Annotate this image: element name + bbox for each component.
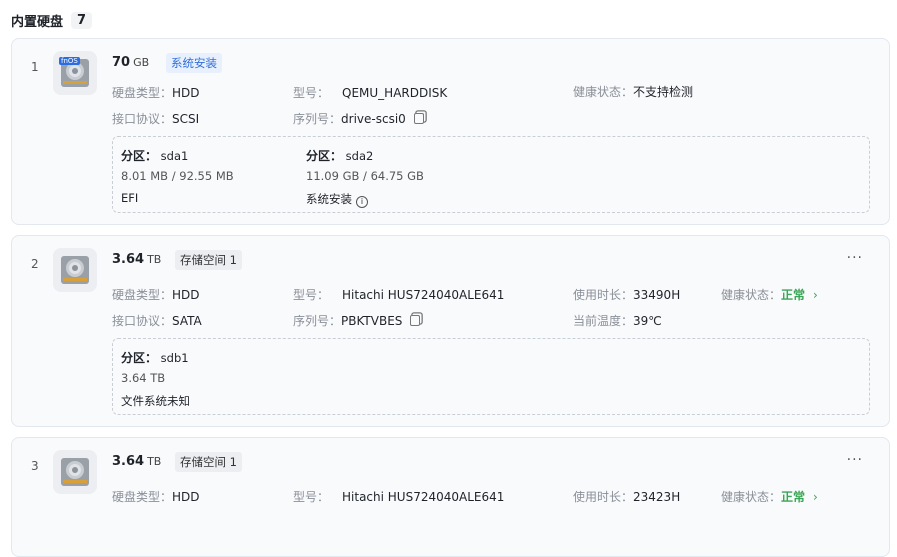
disk-hours: 使用时长：23423H bbox=[573, 490, 681, 504]
partition-fs: 文件系统未知 bbox=[121, 394, 190, 408]
disk-health: 健康状态：不支持检测 bbox=[573, 85, 694, 99]
disk-interface: 接口协议：SCSI bbox=[112, 112, 200, 126]
hard-disk-icon: fnOS bbox=[53, 51, 97, 95]
disk-card[interactable]: 3 3.64 TB 存储空间 1 ··· 硬盘类型：HDD 型号： Hitachi … bbox=[11, 437, 890, 557]
disk-size: 3.64 TB bbox=[112, 454, 162, 469]
disk-tag: 系统安装 bbox=[166, 53, 222, 73]
disk-model: 型号： Hitachi HUS724040ALE641 bbox=[293, 288, 505, 302]
disk-tag: 存储空间 1 bbox=[175, 250, 242, 270]
partition-fs: 系统安装 i bbox=[306, 191, 368, 208]
disk-card[interactable]: 2 3.64 TB 存储空间 1 ··· 硬盘类型：HDD 型号： Hitachi … bbox=[11, 235, 890, 427]
info-icon[interactable]: i bbox=[356, 196, 368, 208]
more-options-button[interactable]: ··· bbox=[847, 452, 863, 468]
disk-size: 3.64 TB bbox=[112, 252, 162, 267]
partition-usage: 3.64 TB bbox=[121, 371, 166, 385]
disk-model: 型号： Hitachi HUS724040ALE641 bbox=[293, 490, 505, 504]
disk-type: 硬盘类型：HDD bbox=[112, 490, 200, 504]
disk-tag: 存储空间 1 bbox=[175, 452, 242, 472]
chevron-right-icon: › bbox=[813, 288, 818, 302]
fnos-logo: fnOS bbox=[59, 57, 80, 65]
disk-type: 硬盘类型：HDD bbox=[112, 86, 200, 100]
partition-usage: 8.01 MB / 92.55 MB bbox=[121, 169, 234, 183]
partition-name: 分区： sda2 bbox=[306, 149, 374, 163]
section-title: 内置硬盘 bbox=[11, 15, 64, 30]
disk-interface: 接口协议：SATA bbox=[112, 314, 202, 328]
disk-index: 1 bbox=[31, 60, 39, 74]
hard-disk-icon bbox=[53, 450, 97, 494]
more-options-button[interactable]: ··· bbox=[847, 250, 863, 266]
disk-temperature: 当前温度：39℃ bbox=[573, 314, 662, 328]
disk-count-badge: 7 bbox=[71, 12, 93, 29]
disk-serial: 序列号：drive-scsi0 bbox=[293, 110, 424, 127]
disk-health[interactable]: 健康状态：正常 › bbox=[721, 488, 818, 505]
disk-size: 70 GB bbox=[112, 55, 150, 70]
copy-icon[interactable] bbox=[410, 315, 421, 326]
disk-hours: 使用时长：33490H bbox=[573, 288, 681, 302]
section-header: 内置硬盘 7 bbox=[11, 11, 93, 30]
disk-model: 型号： QEMU_HARDDISK bbox=[293, 86, 448, 100]
partition-name: 分区： sdb1 bbox=[121, 351, 189, 365]
chevron-right-icon: › bbox=[813, 490, 818, 504]
partition-name: 分区： sda1 bbox=[121, 149, 189, 163]
disk-type: 硬盘类型：HDD bbox=[112, 288, 200, 302]
disk-card[interactable]: 1 fnOS 70 GB 系统安装 硬盘类型：HDD 型号： QEMU_HARDDI… bbox=[11, 38, 890, 225]
partition-usage: 11.09 GB / 64.75 GB bbox=[306, 169, 424, 183]
copy-icon[interactable] bbox=[413, 113, 424, 124]
disk-serial: 序列号：PBKTVBES bbox=[293, 312, 421, 329]
partition-fs: EFI bbox=[121, 191, 139, 205]
disk-index: 2 bbox=[31, 257, 39, 271]
disk-health[interactable]: 健康状态：正常 › bbox=[721, 286, 818, 303]
partitions-box: 分区： sda1 8.01 MB / 92.55 MB EFI 分区： sda2… bbox=[112, 136, 870, 213]
disk-index: 3 bbox=[31, 459, 39, 473]
partitions-box: 分区： sdb1 3.64 TB 文件系统未知 bbox=[112, 338, 870, 415]
hard-disk-icon bbox=[53, 248, 97, 292]
